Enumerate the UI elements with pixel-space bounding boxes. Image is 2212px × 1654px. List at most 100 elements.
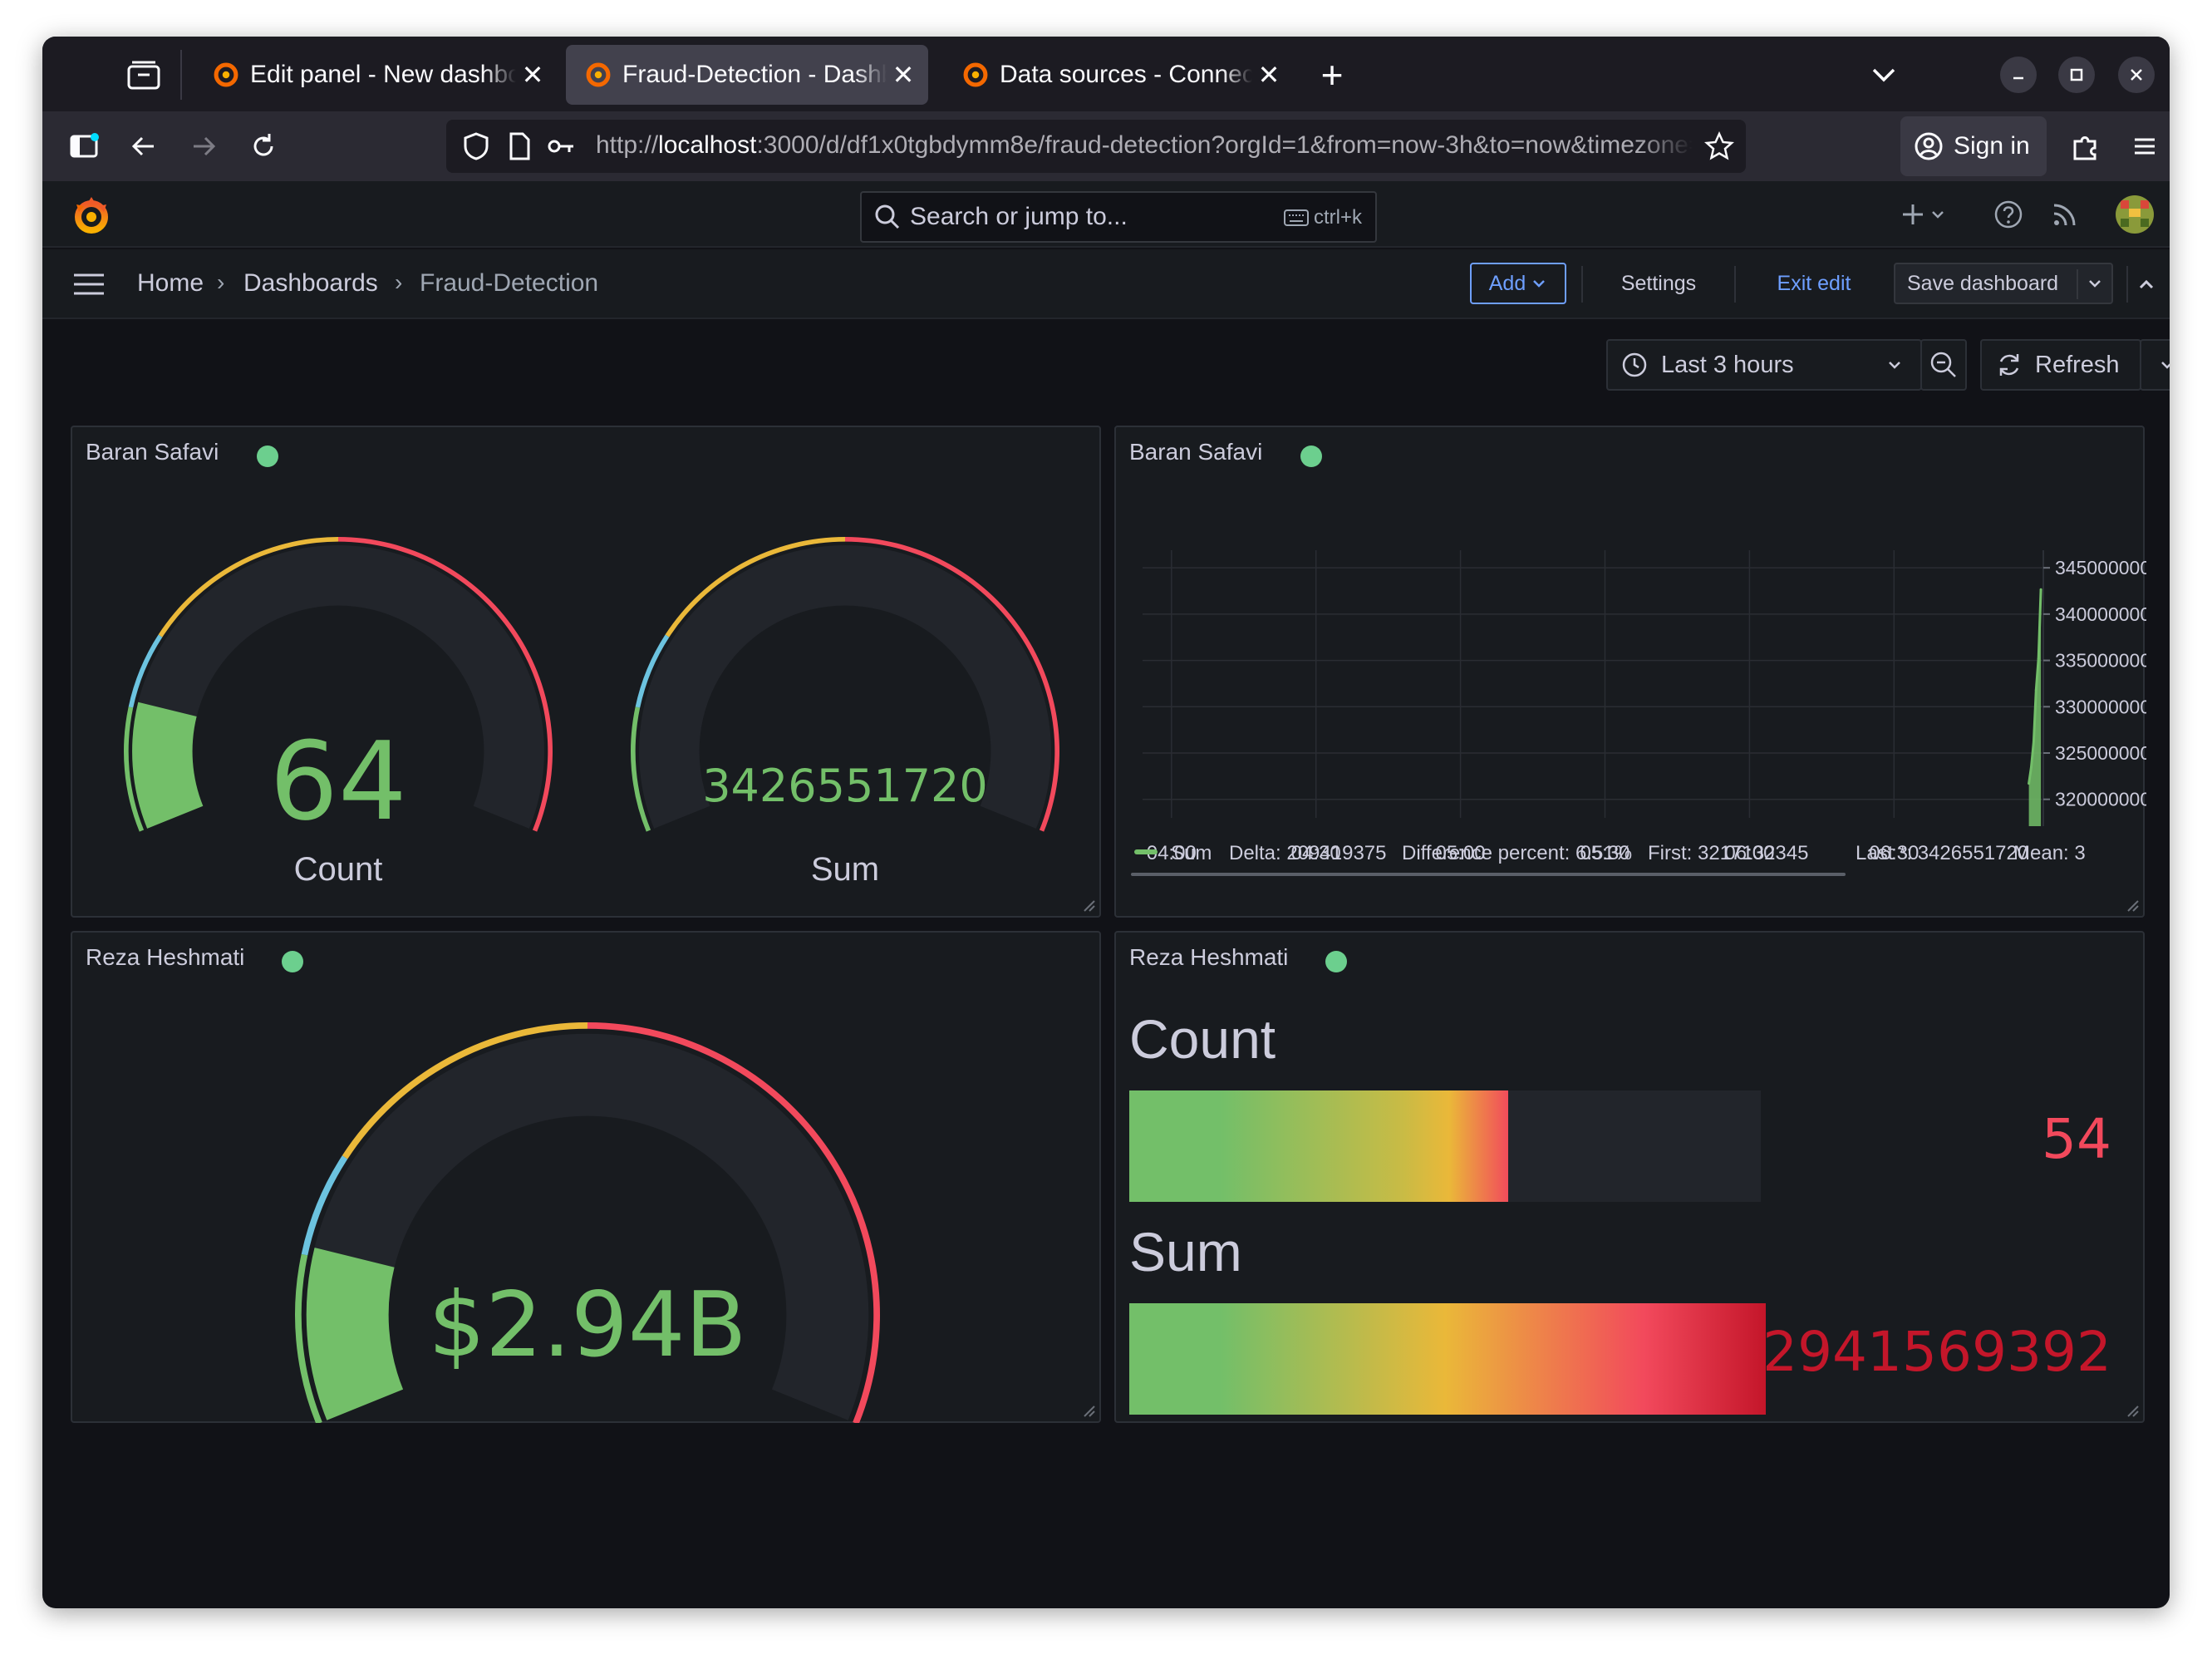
sidebar-icon — [70, 133, 99, 158]
back-button[interactable] — [124, 126, 164, 166]
breadcrumb-dashboards[interactable]: Dashboards — [243, 269, 378, 298]
page-icon[interactable] — [504, 131, 534, 161]
zoom-out-icon — [1930, 352, 1956, 377]
data-point — [2037, 657, 2040, 660]
data-point — [2039, 588, 2042, 591]
close-tab-icon[interactable]: ✕ — [516, 58, 549, 91]
total-gauge-value: $2.94B — [428, 1273, 747, 1377]
maximize-icon — [2070, 68, 2083, 81]
tab-edit-panel[interactable]: Edit panel - New dashboard - Dashboards … — [194, 45, 558, 105]
add-button[interactable]: Add — [1470, 263, 1566, 304]
firefox-view-icon[interactable] — [125, 60, 162, 90]
exit-edit-button[interactable]: Exit edit — [1747, 263, 1880, 304]
save-dashboard-button[interactable]: Save dashboard — [1894, 263, 2113, 304]
legend-delta: Delta: 209419375 — [1229, 842, 1387, 864]
bargauge-sum-fill — [1129, 1303, 1766, 1415]
close-tab-icon[interactable]: ✕ — [1252, 58, 1285, 91]
refresh-interval-dropdown[interactable] — [2140, 339, 2170, 391]
sign-in-button[interactable]: Sign in — [1900, 116, 2047, 176]
close-window-button[interactable] — [2118, 57, 2155, 93]
divider — [1734, 266, 1736, 303]
time-series-chart[interactable]: 3200000000 3250000000 3300000000 3350000000… — [1116, 485, 2146, 893]
time-range-picker[interactable]: Last 3 hours — [1606, 339, 1922, 391]
refresh-button[interactable]: Refresh — [1980, 339, 2141, 391]
tab-title: Edit panel - New dashboard - Dashboards … — [250, 61, 516, 88]
search-placeholder: Search or jump to... — [910, 203, 1128, 230]
bargauge-count-name: Count — [1129, 1008, 1276, 1070]
new-tab-button[interactable]: + — [1312, 53, 1352, 96]
settings-button[interactable]: Settings — [1596, 263, 1721, 304]
legend-scrollbar[interactable] — [1131, 873, 1846, 876]
chart-legend[interactable]: Sum Delta: 209419375 Difference percent: 6… — [1134, 842, 2086, 864]
search-input[interactable]: Search or jump to... ctrl+k — [860, 191, 1377, 243]
close-icon — [2131, 69, 2142, 81]
puzzle-icon — [2073, 136, 2096, 160]
chevron-down-icon — [1533, 280, 1546, 288]
resize-handle-icon[interactable] — [2125, 1403, 2140, 1418]
tab-data-sources[interactable]: Data sources - Connections - Grafana ✕ — [943, 45, 1294, 105]
y-axis: 3200000000 3250000000 3300000000 3350000000… — [2042, 550, 2146, 826]
minimize-button[interactable] — [2000, 57, 2037, 93]
sidebar-toggle-button[interactable] — [64, 126, 104, 166]
bargauge-sum-name: Sum — [1129, 1221, 1242, 1282]
chevron-down-icon[interactable] — [2087, 275, 2103, 292]
chart-grid — [1143, 550, 2043, 818]
count-gauge-label: Count — [293, 851, 383, 888]
data-point — [2034, 688, 2037, 692]
panel-timeseries-sum[interactable]: Baran Safavi 3200000000 3250000000 3300000… — [1114, 426, 2146, 918]
legend-first: First: 3217132345 — [1648, 842, 1808, 864]
maximize-button[interactable] — [2058, 57, 2095, 93]
mega-menu-button[interactable] — [71, 266, 107, 303]
legend-series-name: Sum — [1171, 842, 1212, 864]
shield-icon[interactable] — [461, 131, 491, 161]
panel-title: Reza Heshmati — [1129, 944, 1289, 970]
refresh-label: Refresh — [2035, 351, 2120, 378]
help-button[interactable] — [1990, 196, 2027, 233]
chevron-down-icon — [2161, 362, 2170, 369]
legend-difference-percent: Difference percent: 6.51% — [1402, 842, 1632, 864]
list-all-tabs-icon[interactable] — [1867, 58, 1900, 91]
sum-gauge-label: Sum — [810, 851, 880, 888]
news-button[interactable] — [2047, 196, 2083, 233]
bargauge-count-track — [1129, 1090, 1761, 1202]
panel-gauge-total[interactable]: Reza Heshmati $2.94B — [71, 931, 1101, 1423]
new-menu-button[interactable] — [1895, 196, 1954, 233]
reload-button[interactable] — [243, 126, 283, 166]
tab-title: Fraud-Detection - Dashboards - Grafana — [622, 61, 887, 88]
resize-handle-icon[interactable] — [2125, 898, 2140, 913]
settings-label: Settings — [1620, 271, 1697, 295]
tab-fraud-detection[interactable]: Fraud-Detection - Dashboards - Grafana ✕ — [566, 45, 928, 105]
zoom-out-button[interactable] — [1920, 339, 1967, 391]
app-menu-button[interactable] — [2125, 126, 2165, 166]
grafana-topbar: Search or jump to... ctrl+k — [42, 181, 2170, 248]
panel-title: Baran Safavi — [86, 439, 219, 465]
plus-icon — [1903, 204, 1944, 224]
panel-bargauge[interactable]: Reza Heshmati Count 54 Sum 2941569392 — [1114, 931, 2145, 1423]
menu-icon — [74, 273, 104, 295]
y-tick-label: 3200000000 — [2055, 789, 2146, 810]
url-text[interactable]: http://localhost:3000/d/df1x0tgbdymm8e/f… — [596, 131, 1693, 160]
breadcrumb-home[interactable]: Home — [137, 269, 204, 298]
resize-handle-icon[interactable] — [1081, 1403, 1096, 1418]
bargauge-sum-value: 2941569392 — [1762, 1320, 2111, 1384]
user-avatar[interactable] — [2115, 195, 2155, 234]
extensions-button[interactable] — [2065, 126, 2105, 166]
tab-title: Data sources - Connections - Grafana — [1000, 61, 1252, 88]
key-icon[interactable] — [546, 131, 576, 161]
legend-mean: Mean: 3 — [2013, 842, 2086, 864]
panel-gauge-count-sum[interactable]: Baran Safavi 64 Count 3426551720 Sum — [71, 426, 1101, 918]
panel-title: Reza Heshmati — [86, 944, 245, 970]
hamburger-menu-icon — [2135, 138, 2155, 155]
forward-button[interactable] — [184, 126, 224, 166]
close-tab-icon[interactable]: ✕ — [887, 58, 920, 91]
help-icon — [1994, 200, 2023, 229]
bookmark-star-icon[interactable] — [1704, 131, 1734, 161]
breadcrumb-separator: › — [217, 269, 225, 295]
collapse-toolbar-button[interactable] — [2128, 266, 2165, 303]
address-bar[interactable]: http://localhost:3000/d/df1x0tgbdymm8e/f… — [446, 120, 1746, 173]
keyboard-shortcut: ctrl+k — [1283, 206, 1362, 229]
grafana-logo-icon[interactable] — [71, 194, 112, 236]
legend-swatch — [1134, 849, 1158, 854]
rss-icon — [2053, 204, 2076, 226]
resize-handle-icon[interactable] — [1081, 898, 1096, 913]
